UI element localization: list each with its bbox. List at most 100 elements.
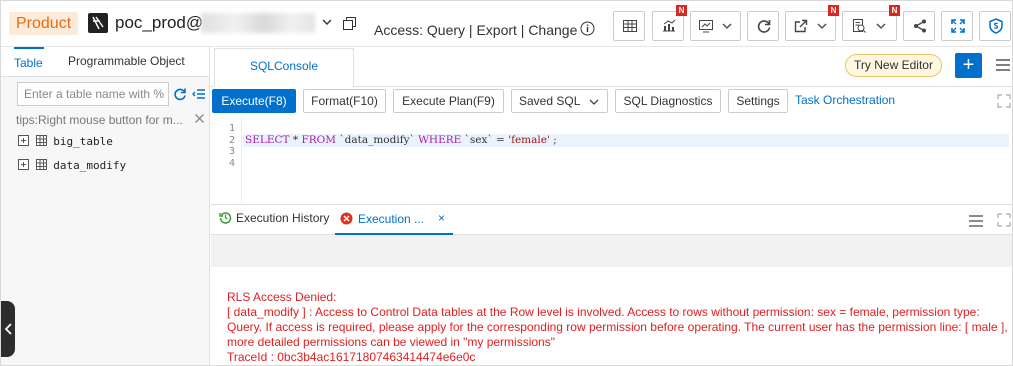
chart-button[interactable]: N <box>652 5 687 41</box>
access-info: Access: Query | Export | Change <box>374 22 577 38</box>
tab-execution[interactable]: Execution ... × <box>335 205 453 235</box>
sql-keyword: SELECT <box>245 134 290 146</box>
error-message: RLS Access Denied: [ data_modify ] : Acc… <box>227 290 1009 365</box>
redacted-instance <box>201 13 315 33</box>
refresh-button[interactable] <box>747 11 779 41</box>
access-value: Query | Export | Change <box>426 22 578 38</box>
object-tabs: Table Programmable Object <box>1 47 209 77</box>
expand-icon[interactable] <box>997 94 1011 108</box>
table-view-button[interactable] <box>613 11 645 41</box>
line-number: 1 <box>228 123 235 134</box>
chevron-down-icon <box>817 23 827 29</box>
error-title: RLS Access Denied: <box>227 290 337 304</box>
app-window: Product poc_prod@ Access: Query | Export… <box>0 0 1013 366</box>
tree-item-big-table[interactable]: big_table <box>18 135 113 148</box>
top-bar: Product poc_prod@ Access: Query | Export… <box>1 1 1012 47</box>
monitor-icon <box>699 20 713 33</box>
execute-button[interactable]: Execute(F8) <box>212 89 296 113</box>
sql-token: = <box>496 134 505 146</box>
error-icon <box>340 212 353 225</box>
monitor-button[interactable] <box>690 11 741 41</box>
share-button[interactable] <box>903 11 935 41</box>
settings-button[interactable]: Settings <box>728 89 788 113</box>
sql-diagnostics-button[interactable]: SQL Diagnostics <box>615 89 721 113</box>
error-detail: [ data_modify ] : Access to Control Data… <box>227 305 1008 349</box>
security-button[interactable] <box>979 11 1011 41</box>
menu-icon[interactable] <box>995 57 1011 73</box>
tips-text: tips:Right mouse button for m... <box>16 113 183 127</box>
table-icon <box>35 135 47 146</box>
tab-label: Execution History <box>236 211 330 225</box>
collapse-panel-button[interactable] <box>1 301 15 357</box>
sql-editor[interactable]: 1 2 3 4 SELECT * FROM `data_modify` WHER… <box>211 117 1012 205</box>
info-icon[interactable] <box>580 21 595 36</box>
refresh-icon[interactable] <box>173 87 187 101</box>
refresh-icon <box>757 20 771 33</box>
tab-label: Execution ... <box>358 212 425 226</box>
product-badge[interactable]: Product <box>9 12 79 35</box>
sql-toolbar: Execute(F8) Format(F10) Execute Plan(F9)… <box>211 87 1012 115</box>
copy-icon[interactable] <box>342 16 357 31</box>
sql-token: `data_modify` <box>339 134 415 146</box>
sql-keyword: WHERE <box>418 134 462 146</box>
line-numbers: 1 2 3 4 <box>211 117 242 205</box>
chevron-down-icon <box>589 99 599 105</box>
close-tab-button[interactable]: × <box>438 211 445 225</box>
chevron-down-icon <box>722 23 732 29</box>
line-number: 3 <box>228 146 235 157</box>
chart-icon <box>663 19 676 32</box>
try-new-editor-button[interactable]: Try New Editor <box>845 54 942 77</box>
chevron-down-icon <box>876 23 886 29</box>
new-badge: N <box>676 5 687 16</box>
result-toolbar-area <box>211 235 1012 267</box>
database-name[interactable]: poc_prod@ <box>115 12 203 34</box>
sql-code[interactable]: SELECT * FROM `data_modify` WHERE `sex` … <box>245 134 557 147</box>
history-icon <box>219 212 232 224</box>
line-number: 2 <box>228 134 235 146</box>
export-button[interactable]: N <box>785 5 839 41</box>
table-name: big_table <box>53 135 113 148</box>
new-badge: N <box>889 5 900 16</box>
menu-icon[interactable] <box>968 214 984 228</box>
trace-id: TraceId : 0bc3b4ac16171807463414474e6e0c <box>227 350 476 364</box>
database-icon <box>88 13 108 33</box>
list-icon[interactable] <box>192 88 206 100</box>
chevron-left-icon <box>4 323 12 335</box>
tree-item-data-modify[interactable]: data_modify <box>18 159 126 172</box>
expand-icon[interactable] <box>997 213 1011 227</box>
new-badge: N <box>828 5 839 16</box>
report-icon <box>853 19 866 33</box>
format-button[interactable]: Format(F10) <box>303 89 386 113</box>
saved-sql-dropdown[interactable]: Saved SQL <box>511 89 608 113</box>
tab-table[interactable]: Table <box>14 47 44 77</box>
chevron-down-icon[interactable] <box>321 15 333 29</box>
fullscreen-button[interactable] <box>941 11 973 41</box>
shield-icon <box>989 18 1003 34</box>
sql-string: 'female' <box>508 134 550 146</box>
close-icon[interactable] <box>194 113 205 124</box>
object-browser: Table Programmable Object Enter a table … <box>1 47 210 365</box>
external-link-icon <box>794 19 808 33</box>
table-search-input[interactable]: Enter a table name with % <box>17 82 169 106</box>
share-icon <box>914 19 926 33</box>
expand-icon[interactable] <box>18 135 29 146</box>
sql-token: `sex` <box>464 134 493 146</box>
report-button[interactable]: N <box>842 5 900 41</box>
line-number: 4 <box>228 157 235 169</box>
saved-sql-label: Saved SQL <box>519 94 581 108</box>
table-icon <box>35 159 47 170</box>
execute-plan-button[interactable]: Execute Plan(F9) <box>393 89 504 113</box>
task-orchestration-link[interactable]: Task Orchestration <box>795 93 895 107</box>
tab-programmable-object[interactable]: Programmable Object <box>68 47 185 77</box>
tab-sqlconsole[interactable]: SQLConsole <box>214 48 354 87</box>
expand-icon[interactable] <box>18 159 29 170</box>
tab-execution-history[interactable]: Execution History <box>219 211 329 225</box>
access-label: Access: <box>374 22 424 38</box>
add-tab-button[interactable]: + <box>955 53 982 78</box>
grid-icon <box>623 20 637 32</box>
editor-tabs: SQLConsole Try New Editor + <box>211 47 1012 87</box>
sql-keyword: FROM <box>301 134 337 146</box>
fullscreen-icon <box>951 19 965 33</box>
result-tabs: Execution History Execution ... × <box>211 205 1012 235</box>
sql-token: ; <box>553 134 557 146</box>
